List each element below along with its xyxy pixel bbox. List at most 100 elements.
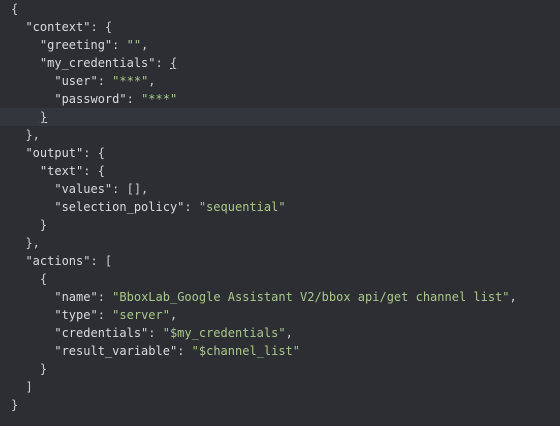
json-key: "actions" xyxy=(25,254,91,268)
json-key: "values" xyxy=(54,182,113,196)
json-string: "" xyxy=(126,38,142,52)
code-line-text: "greeting": "", xyxy=(11,36,148,54)
json-punctuation: : { xyxy=(83,146,105,160)
code-line-text: } xyxy=(11,360,47,378)
json-punctuation: : xyxy=(97,308,113,322)
json-punctuation: { xyxy=(39,272,48,286)
json-punctuation: : xyxy=(97,74,113,88)
json-punctuation: : xyxy=(148,326,163,340)
json-string: "server" xyxy=(112,308,170,322)
code-line-text: { xyxy=(11,0,18,18)
code-line[interactable]: "actions": [ xyxy=(0,252,560,270)
json-code-editor[interactable]: { "context": { "greeting": "", "my_crede… xyxy=(0,0,560,426)
code-line[interactable]: "type": "server", xyxy=(0,306,560,324)
json-string: "BboxLab_Google Assistant V2/bbox api/ge… xyxy=(112,290,510,304)
code-line-text: "type": "server", xyxy=(11,306,177,324)
json-punctuation: } xyxy=(39,218,48,232)
json-punctuation: : xyxy=(112,38,127,52)
json-punctuation: , xyxy=(169,308,178,322)
code-line[interactable]: { xyxy=(0,270,560,288)
json-punctuation: : xyxy=(177,344,192,358)
json-punctuation: , xyxy=(509,290,517,304)
json-punctuation: } xyxy=(11,398,19,412)
json-punctuation: : xyxy=(155,56,170,70)
json-punctuation: , xyxy=(141,38,149,52)
code-line[interactable]: "context": { xyxy=(0,18,560,36)
json-punctuation: : xyxy=(126,92,142,106)
code-line-text: "values": [], xyxy=(11,180,148,198)
code-line-text: "context": { xyxy=(11,18,112,36)
code-line-text: "name": "BboxLab_Google Assistant V2/bbo… xyxy=(11,288,517,306)
json-string: "sequential" xyxy=(198,200,286,214)
code-line-text: "result_variable": "$channel_list" xyxy=(11,342,300,360)
code-line[interactable]: }, xyxy=(0,126,560,144)
code-line-text: } xyxy=(11,396,18,414)
code-line-text: { xyxy=(11,270,47,288)
json-key: "result_variable" xyxy=(54,344,178,358)
json-punctuation: ] xyxy=(25,380,33,394)
json-punctuation: : xyxy=(97,290,113,304)
code-line[interactable]: "my_credentials": { xyxy=(0,54,560,72)
code-line-text: "actions": [ xyxy=(11,252,112,270)
code-line[interactable]: } xyxy=(0,360,560,378)
json-string: "***" xyxy=(112,74,149,88)
json-key: "text" xyxy=(39,164,84,178)
json-punctuation: } xyxy=(39,362,48,376)
code-line[interactable]: "name": "BboxLab_Google Assistant V2/bbo… xyxy=(0,288,560,306)
json-string: "$channel_list" xyxy=(191,344,301,358)
code-line[interactable]: ] xyxy=(0,378,560,396)
code-line[interactable]: } xyxy=(0,396,560,414)
json-punctuation: , xyxy=(285,326,293,340)
code-line[interactable]: "user": "***", xyxy=(0,72,560,90)
json-punctuation: }, xyxy=(25,128,40,142)
json-punctuation: , xyxy=(148,74,156,88)
json-key: "password" xyxy=(54,92,127,106)
json-key: "type" xyxy=(54,308,98,322)
code-line-active[interactable]: } xyxy=(0,108,560,126)
code-line-text: "password": "***" xyxy=(11,90,177,108)
json-key: "credentials" xyxy=(54,326,149,340)
code-line[interactable]: "text": { xyxy=(0,162,560,180)
code-line-text: "text": { xyxy=(11,162,105,180)
code-line-text: "user": "***", xyxy=(11,72,156,90)
code-line[interactable]: "output": { xyxy=(0,144,560,162)
json-string: "$my_credentials" xyxy=(162,326,286,340)
json-punctuation: { xyxy=(11,2,19,16)
code-line[interactable]: "greeting": "", xyxy=(0,36,560,54)
code-line[interactable]: "result_variable": "$channel_list" xyxy=(0,342,560,360)
code-line-text: "selection_policy": "sequential" xyxy=(11,198,286,216)
code-line[interactable]: { xyxy=(0,0,560,18)
json-punctuation: : [], xyxy=(112,182,149,196)
code-line[interactable]: "selection_policy": "sequential" xyxy=(0,198,560,216)
code-line-text: "credentials": "$my_credentials", xyxy=(11,324,293,342)
json-punctuation: : xyxy=(184,200,199,214)
json-punctuation: : { xyxy=(83,164,105,178)
code-line-text: } xyxy=(11,216,47,234)
json-punctuation: : { xyxy=(90,20,113,34)
code-line-text: }, xyxy=(11,234,39,252)
code-line[interactable]: } xyxy=(0,216,560,234)
code-line[interactable]: "credentials": "$my_credentials", xyxy=(0,324,560,342)
code-line[interactable]: "password": "***" xyxy=(0,90,560,108)
code-line[interactable]: }, xyxy=(0,234,560,252)
code-line-text: "my_credentials": { xyxy=(11,54,177,72)
code-line[interactable]: "values": [], xyxy=(0,180,560,198)
code-line-text: } xyxy=(11,108,47,126)
code-line-text: "output": { xyxy=(11,144,105,162)
